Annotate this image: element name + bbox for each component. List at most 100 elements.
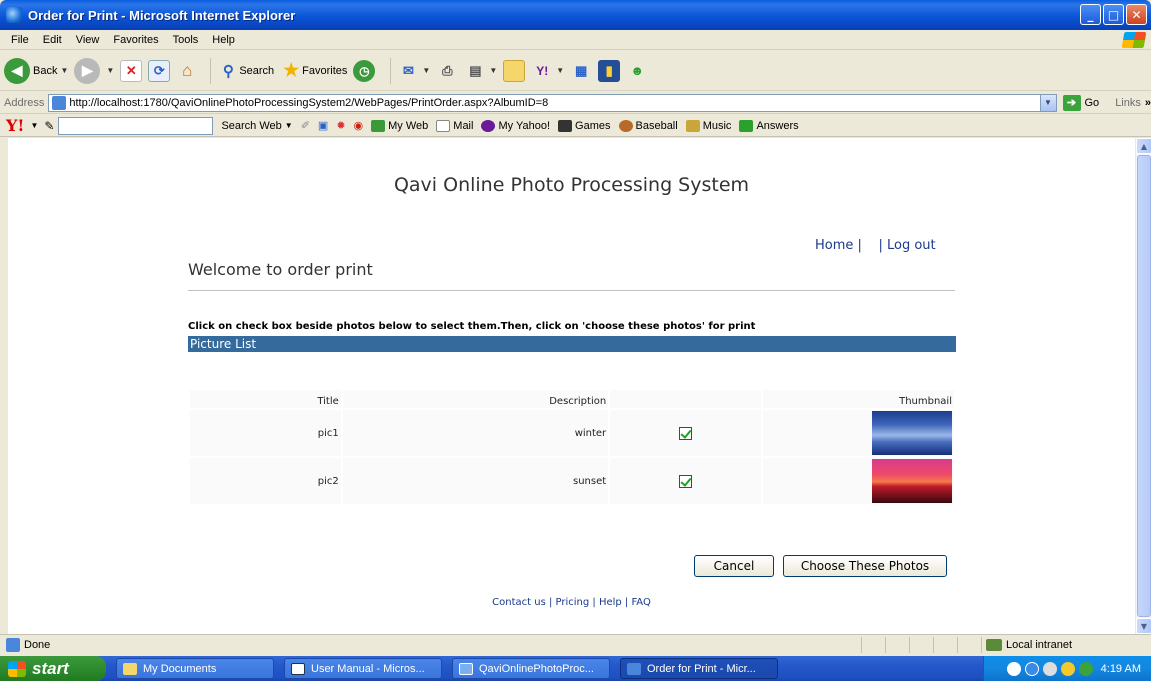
close-button[interactable]: ✕ <box>1126 4 1147 25</box>
security-tray-icon[interactable] <box>1078 661 1093 676</box>
tray-back-icon[interactable] <box>1006 661 1021 676</box>
scroll-down-icon[interactable]: ▼ <box>1136 618 1151 634</box>
y-item-music[interactable]: Music <box>685 119 732 132</box>
messenger-tray-icon[interactable] <box>1060 661 1075 676</box>
refresh-icon: ⟳ <box>148 59 171 82</box>
select-checkbox[interactable] <box>678 474 692 488</box>
page-done-icon <box>6 637 20 652</box>
nav-links: Home | | Log out <box>815 238 936 253</box>
minimize-button[interactable]: _ <box>1080 4 1101 25</box>
task-user-manual[interactable]: User Manual - Micros... <box>284 658 442 679</box>
headphones-icon[interactable]: ◉ <box>354 119 364 132</box>
menu-help[interactable]: Help <box>205 34 242 46</box>
choose-photos-button[interactable]: Choose These Photos <box>783 555 947 577</box>
network-icon[interactable] <box>1024 661 1039 676</box>
stop-button[interactable]: ✕ <box>120 59 143 82</box>
col-title: Title <box>190 390 341 408</box>
y-item-baseball[interactable]: Baseball <box>618 119 678 132</box>
mail-button[interactable]: ✉ ▼ <box>397 60 430 82</box>
task-order-for-print[interactable]: Order for Print - Micr... <box>620 658 778 679</box>
word-icon <box>291 662 305 675</box>
window-left-frame <box>0 138 8 634</box>
toolbar-separator <box>390 57 392 84</box>
favorites-button[interactable]: ★ Favorites <box>280 60 347 82</box>
home-button[interactable]: ⌂ <box>176 60 198 82</box>
start-button[interactable]: start <box>0 656 106 681</box>
ie-icon <box>627 662 641 675</box>
edit-button[interactable]: ▤ ▼ <box>464 60 497 82</box>
back-button[interactable]: ◀ Back ▼ <box>4 57 68 84</box>
folder-icon <box>503 59 526 82</box>
menu-edit[interactable]: Edit <box>36 34 69 46</box>
address-input[interactable]: http://localhost:1780/QaviOnlinePhotoPro… <box>48 93 1057 112</box>
antispy-icon[interactable]: ✹ <box>336 119 345 132</box>
folder-icon <box>123 662 137 675</box>
answers-icon <box>739 119 754 132</box>
table-row: pic1 winter <box>190 410 954 456</box>
music-icon <box>685 119 700 132</box>
pencil-icon[interactable]: ✎ <box>44 119 54 133</box>
refresh-button[interactable]: ⟳ <box>148 59 171 82</box>
cancel-button[interactable]: Cancel <box>694 555 774 577</box>
games-icon <box>558 119 573 132</box>
scroll-thumb[interactable] <box>1137 155 1151 617</box>
nav-separator: | <box>878 238 883 253</box>
address-bar: Address http://localhost:1780/QaviOnline… <box>0 92 1151 114</box>
vertical-scrollbar[interactable]: ▲ ▼ <box>1135 138 1151 634</box>
nav-home-link[interactable]: Home | <box>815 238 862 253</box>
folder-button[interactable] <box>503 59 526 82</box>
highlight-icon[interactable]: ✐ <box>301 119 310 132</box>
select-checkbox[interactable] <box>678 426 692 440</box>
my-web-label: My Web <box>388 119 429 132</box>
status-text: Done <box>24 638 51 651</box>
menu-favorites[interactable]: Favorites <box>106 34 165 46</box>
yahoo-menu-dropdown-icon[interactable]: ▼ <box>30 121 38 130</box>
row-thumbnail-cell <box>762 458 954 504</box>
search-button[interactable]: ⚲ Search <box>217 60 274 82</box>
footer-links[interactable]: Contact us | Pricing | Help | FAQ <box>8 597 1135 608</box>
page-icon <box>52 95 67 110</box>
maximize-button[interactable]: □ <box>1103 4 1124 25</box>
edit-icon: ▤ <box>469 62 482 78</box>
baseball-label: Baseball <box>635 119 678 132</box>
lock-button[interactable]: ▮ <box>598 59 621 82</box>
y-item-answers[interactable]: Answers <box>739 119 799 132</box>
menu-file[interactable]: File <box>4 34 36 46</box>
divider <box>188 290 955 291</box>
volume-icon[interactable] <box>1042 661 1057 676</box>
instruction-text: Click on check box beside photos below t… <box>188 321 756 332</box>
winter-thumbnail <box>872 411 952 455</box>
menu-view[interactable]: View <box>69 34 107 46</box>
games-label: Games <box>575 119 611 132</box>
task-label: Order for Print - Micr... <box>647 662 756 675</box>
col-select <box>610 390 761 408</box>
yahoo-logo-icon[interactable]: Y! <box>6 116 24 135</box>
scroll-up-icon[interactable]: ▲ <box>1136 138 1151 154</box>
music-label: Music <box>702 119 732 132</box>
y-item-games[interactable]: Games <box>558 119 611 132</box>
address-dropdown-icon[interactable]: ▼ <box>1039 94 1056 111</box>
picture-table: Title Description Thumbnail pic1 winter … <box>188 388 956 506</box>
task-my-documents[interactable]: My Documents <box>116 658 274 679</box>
y-item-my-yahoo[interactable]: My Yahoo! <box>481 119 550 132</box>
popup-blocker-icon[interactable]: ▣ <box>318 119 328 132</box>
research-button[interactable]: ▦ <box>570 60 592 82</box>
links-toolbar[interactable]: Links» <box>1115 97 1151 109</box>
go-arrow-icon: ➔ <box>1062 94 1081 111</box>
history-button[interactable]: ◷ <box>353 59 378 82</box>
messenger-button[interactable]: Y! ▼ <box>531 60 564 82</box>
back-arrow-icon: ◀ <box>4 57 30 84</box>
task-qavi-project[interactable]: QaviOnlinePhotoProc... <box>452 658 610 679</box>
history-icon: ◷ <box>353 59 376 82</box>
y-item-my-web[interactable]: My Web <box>371 119 429 132</box>
messenger-people-button[interactable]: ☻ <box>626 60 648 82</box>
menu-tools[interactable]: Tools <box>166 34 206 46</box>
y-item-mail[interactable]: Mail <box>436 119 473 132</box>
nav-logout-link[interactable]: Log out <box>887 238 936 253</box>
yahoo-search-input[interactable] <box>58 116 214 135</box>
title-bar: Order for Print - Microsoft Internet Exp… <box>0 0 1151 30</box>
search-web-button[interactable]: Search Web ▼ <box>221 120 292 132</box>
go-button[interactable]: ➔ Go <box>1062 94 1099 111</box>
forward-button[interactable]: ▶ ▼ <box>74 57 114 84</box>
print-button[interactable]: ⎙ <box>436 60 458 82</box>
